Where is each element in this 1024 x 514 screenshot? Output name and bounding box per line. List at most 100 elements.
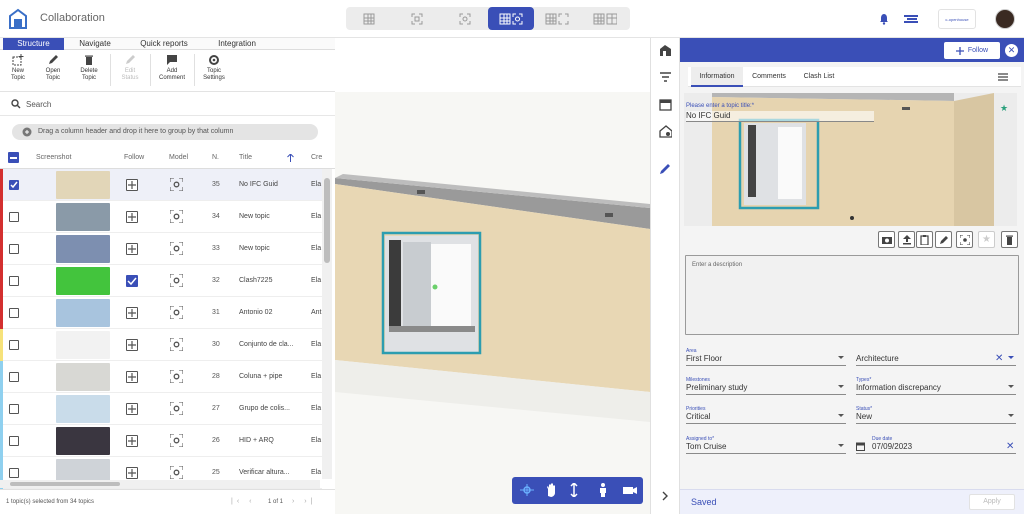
walk-person-icon[interactable] [598, 483, 608, 497]
first-prev-page-buttons[interactable]: |‹ ‹ [231, 498, 255, 505]
follow-toggle[interactable] [126, 435, 138, 447]
vertical-move-icon[interactable] [569, 483, 579, 497]
table-row[interactable]: 26 HID + ARQ Ela [0, 425, 322, 457]
row-checkbox[interactable] [9, 372, 19, 382]
table-row[interactable]: 27 Grupo de colis... Ela [0, 393, 322, 425]
select-all-checkbox[interactable] [8, 152, 19, 163]
table-row[interactable]: 32 Clash7225 Ela [0, 265, 322, 297]
follow-button[interactable]: Follow [944, 42, 1000, 59]
follow-toggle[interactable] [126, 339, 138, 351]
tab-clash-list[interactable]: Clash List [796, 67, 842, 87]
close-panel-button[interactable]: ✕ [1005, 44, 1018, 57]
home-settings-icon[interactable] [659, 125, 672, 138]
tab-integration[interactable]: Integration [206, 38, 268, 50]
grid-split-view-button[interactable] [582, 7, 628, 30]
row-screenshot-thumbnail[interactable] [56, 267, 110, 295]
favorite-star-icon[interactable]: ★ [1000, 103, 1008, 114]
calendar-icon[interactable] [659, 98, 672, 111]
tab-quick-reports[interactable]: Quick reports [130, 38, 198, 50]
user-avatar[interactable] [995, 9, 1015, 29]
calendar-icon[interactable] [856, 442, 865, 451]
follow-toggle[interactable] [126, 179, 138, 191]
model-focus-icon[interactable] [170, 402, 183, 415]
tab-comments[interactable]: Comments [746, 67, 792, 87]
row-screenshot-thumbnail[interactable] [56, 395, 110, 423]
row-checkbox[interactable] [9, 212, 19, 222]
table-row[interactable]: 31 Antonio 02 Ant [0, 297, 322, 329]
model-focus-icon[interactable] [170, 210, 183, 223]
follow-toggle[interactable] [126, 275, 138, 287]
row-screenshot-thumbnail[interactable] [56, 235, 110, 263]
search-input[interactable]: Search [26, 100, 51, 109]
follow-toggle[interactable] [126, 243, 138, 255]
brand-badge[interactable]: c-openhouse [938, 9, 976, 29]
col-screenshot[interactable]: Screenshot [36, 154, 71, 161]
row-checkbox[interactable] [9, 436, 19, 446]
open-topic-button[interactable]: Open Topic [41, 54, 65, 82]
table-row[interactable]: 33 New topic Ela [0, 233, 322, 265]
row-checkbox[interactable] [9, 308, 19, 318]
col-number[interactable]: N. [212, 154, 219, 161]
grid-view-button[interactable] [346, 7, 392, 30]
row-checkbox[interactable] [9, 276, 19, 286]
table-row[interactable]: 30 Conjunto de cla... Ela [0, 329, 322, 361]
row-screenshot-thumbnail[interactable] [56, 427, 110, 455]
row-checkbox[interactable] [9, 468, 19, 478]
col-model[interactable]: Model [169, 154, 188, 161]
clipboard-button[interactable] [916, 231, 933, 248]
model-focus-icon[interactable] [170, 466, 183, 479]
tab-information[interactable]: Information [691, 67, 743, 87]
model-focus-icon[interactable] [170, 306, 183, 319]
row-screenshot-thumbnail[interactable] [56, 331, 110, 359]
table-row[interactable]: 34 New topic Ela [0, 201, 322, 233]
frame-view-button[interactable] [394, 7, 440, 30]
follow-toggle[interactable] [126, 467, 138, 479]
building-icon[interactable] [659, 44, 672, 57]
col-title[interactable]: Title [239, 154, 252, 161]
focus-view-button[interactable] [442, 7, 488, 30]
annotate-button[interactable] [935, 231, 952, 248]
col-follow[interactable]: Follow [124, 154, 144, 161]
follow-toggle[interactable] [126, 403, 138, 415]
notifications-bell-icon[interactable] [879, 13, 889, 25]
row-screenshot-thumbnail[interactable] [56, 299, 110, 327]
upload-button[interactable] [898, 231, 915, 248]
edit-status-button[interactable]: Edit Status [118, 54, 142, 82]
set-default-star-button[interactable]: ★ [978, 231, 995, 248]
group-by-dropzone[interactable]: Drag a column header and drop it here to… [12, 124, 318, 140]
tab-structure[interactable]: Structure [3, 38, 64, 50]
model-focus-icon[interactable] [170, 338, 183, 351]
delete-screenshot-button[interactable] [1001, 231, 1018, 248]
tab-navigate[interactable]: Navigate [66, 38, 124, 50]
new-topic-button[interactable]: New Topic [7, 54, 29, 82]
orbit-icon[interactable] [519, 483, 535, 497]
row-screenshot-thumbnail[interactable] [56, 363, 110, 391]
model-focus-icon[interactable] [170, 434, 183, 447]
menu-icon[interactable] [998, 73, 1008, 81]
row-checkbox[interactable] [9, 244, 19, 254]
model-focus-icon[interactable] [170, 274, 183, 287]
description-textarea[interactable]: Enter a description [685, 255, 1019, 335]
collapse-chevron-icon[interactable] [659, 490, 672, 502]
follow-toggle[interactable] [126, 307, 138, 319]
grid-focus-view-button[interactable] [488, 7, 534, 30]
row-screenshot-thumbnail[interactable] [56, 203, 110, 231]
model-focus-icon[interactable] [170, 178, 183, 191]
clear-icon[interactable]: ✕ [995, 353, 1003, 364]
search-bar[interactable]: Search [0, 92, 335, 116]
follow-toggle[interactable] [126, 211, 138, 223]
row-checkbox[interactable] [9, 404, 19, 414]
delete-topic-button[interactable]: Delete Topic [76, 54, 102, 82]
split-view-button[interactable] [534, 7, 580, 30]
3d-viewport[interactable] [335, 92, 650, 514]
next-last-page-buttons[interactable]: › ›| [292, 498, 316, 505]
filter-icon[interactable] [659, 71, 672, 83]
clear-date-icon[interactable]: ✕ [1006, 441, 1014, 452]
topic-title-input[interactable]: No IFC Guid [686, 111, 874, 122]
row-screenshot-thumbnail[interactable] [56, 171, 110, 199]
model-focus-icon[interactable] [170, 242, 183, 255]
row-checkbox[interactable] [9, 340, 19, 350]
camera-icon[interactable] [623, 483, 638, 497]
edit-pencil-icon[interactable] [659, 162, 672, 175]
table-row[interactable]: 35 No IFC Guid Ela [0, 169, 322, 201]
